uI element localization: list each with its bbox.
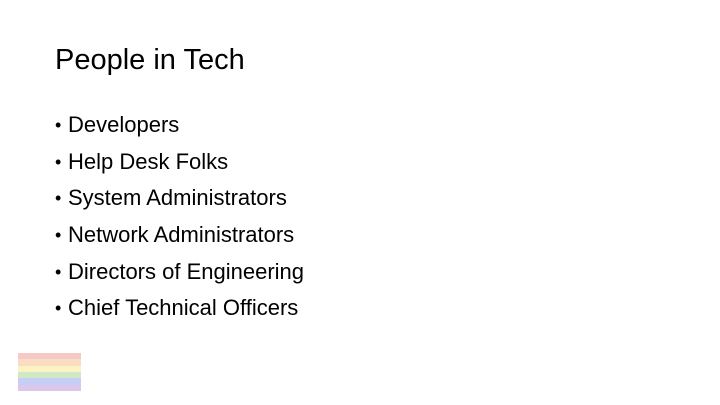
list-item: • Developers bbox=[55, 107, 304, 144]
list-item: • Network Administrators bbox=[55, 217, 304, 254]
bullet-list: • Developers • Help Desk Folks • System … bbox=[55, 107, 304, 327]
bullet-icon: • bbox=[55, 115, 62, 136]
bullet-icon: • bbox=[55, 261, 62, 282]
list-item: • System Administrators bbox=[55, 180, 304, 217]
pride-flag-icon bbox=[18, 353, 81, 391]
list-item-text: Network Administrators bbox=[68, 222, 295, 248]
bullet-icon: • bbox=[55, 188, 62, 209]
list-item: • Directors of Engineering bbox=[55, 253, 304, 290]
slide-title: People in Tech bbox=[55, 44, 245, 76]
list-item: • Help Desk Folks bbox=[55, 144, 304, 181]
bullet-icon: • bbox=[55, 225, 62, 246]
bullet-icon: • bbox=[55, 151, 62, 172]
list-item-text: Developers bbox=[68, 112, 180, 138]
list-item-text: Chief Technical Officers bbox=[68, 295, 299, 321]
flag-stripe bbox=[18, 384, 81, 391]
list-item-text: System Administrators bbox=[68, 185, 287, 211]
list-item-text: Help Desk Folks bbox=[68, 148, 229, 174]
bullet-icon: • bbox=[55, 298, 62, 319]
list-item-text: Directors of Engineering bbox=[68, 258, 305, 284]
list-item: • Chief Technical Officers bbox=[55, 290, 304, 327]
slide: People in Tech • Developers • Help Desk … bbox=[0, 0, 720, 405]
